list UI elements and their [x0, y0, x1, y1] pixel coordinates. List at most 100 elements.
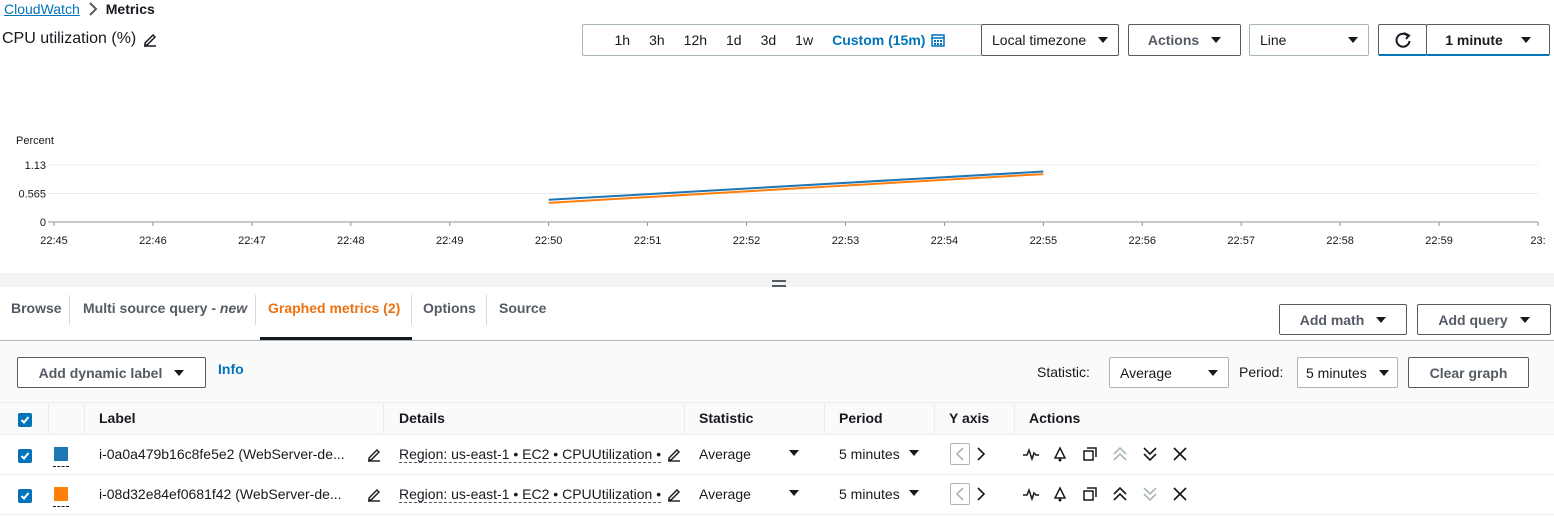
- y-tick-label: 1.13: [25, 160, 46, 172]
- chart-type-select[interactable]: Line: [1249, 24, 1369, 56]
- tab-multi-source-query[interactable]: Multi source query - new: [83, 300, 247, 316]
- breadcrumb-cloudwatch-link[interactable]: CloudWatch: [4, 1, 80, 17]
- actions-label: Actions: [1147, 32, 1200, 48]
- period-value: 5 minutes: [1306, 364, 1367, 381]
- series-line-2: [548, 173, 1044, 204]
- y-tick-label: 0: [40, 217, 46, 229]
- time-range-1d[interactable]: 1d: [717, 32, 752, 48]
- actions-button[interactable]: Actions: [1128, 24, 1241, 56]
- tab-browse[interactable]: Browse: [11, 300, 62, 316]
- statistic-dropdown-caret-icon[interactable]: [789, 450, 799, 456]
- line-chart: Percent 1.13 0.565 0 22:45 22:46 22:47 22:48 22:…: [16, 135, 1546, 247]
- tab-options[interactable]: Options: [423, 300, 476, 316]
- tab-divider: [69, 295, 70, 325]
- edit-label-icon[interactable]: [366, 486, 382, 502]
- column-header-statistic: Statistic: [699, 410, 754, 426]
- alarm-bell-icon[interactable]: [1052, 486, 1068, 502]
- y-axis-left-button[interactable]: [950, 443, 970, 465]
- row-statistic-value[interactable]: Average: [699, 486, 751, 502]
- period-dropdown-caret-icon[interactable]: [909, 450, 919, 456]
- metric-label: i-0a0a479b16c8fe5e2 (WebServer-de...: [99, 446, 345, 462]
- duplicate-icon[interactable]: [1082, 446, 1098, 462]
- column-divider: [1014, 403, 1015, 433]
- time-range-selector: 1h 3h 12h 1d 3d 1w Custom (15m): [582, 24, 982, 56]
- caret-down-icon: [1098, 37, 1108, 43]
- time-range-3d[interactable]: 3d: [751, 32, 786, 48]
- tab-multi-source-new-label: new: [219, 300, 248, 316]
- refresh-button[interactable]: [1378, 24, 1427, 56]
- tab-graphed-metrics[interactable]: Graphed metrics (2): [268, 300, 400, 316]
- edit-pencil-icon[interactable]: [142, 31, 158, 47]
- add-math-label: Add math: [1299, 311, 1365, 328]
- swatch-underline: [53, 466, 69, 467]
- select-all-checkbox[interactable]: [18, 413, 32, 427]
- statistic-value: Average: [1120, 364, 1172, 381]
- calendar-icon[interactable]: [931, 33, 945, 47]
- add-math-button[interactable]: Add math: [1279, 304, 1407, 335]
- chart-area: Percent 1.13 0.565 0 22:45 22:46 22:47 22:48 22:…: [2, 66, 1550, 272]
- timezone-select[interactable]: Local timezone: [981, 24, 1119, 56]
- period-select[interactable]: 5 minutes: [1297, 357, 1398, 388]
- duplicate-icon[interactable]: [1082, 486, 1098, 502]
- series-color-swatch[interactable]: [54, 487, 68, 501]
- info-link[interactable]: Info: [218, 361, 244, 377]
- series-color-swatch[interactable]: [54, 447, 68, 461]
- table-header: [0, 402, 1554, 435]
- y-tick-label: 0.565: [18, 189, 46, 201]
- row-checkbox[interactable]: [18, 449, 32, 463]
- time-range-custom[interactable]: Custom (15m): [823, 32, 935, 48]
- chevron-left-icon: [955, 447, 964, 461]
- time-range-1w[interactable]: 1w: [786, 32, 823, 48]
- x-tick-label: 22:45: [40, 235, 68, 247]
- caret-down-icon: [1208, 369, 1218, 376]
- anomaly-detection-icon[interactable]: [1022, 487, 1040, 501]
- remove-icon[interactable]: [1173, 447, 1187, 461]
- column-divider: [824, 403, 825, 433]
- checkmark-icon: [20, 492, 30, 500]
- checkmark-icon: [20, 416, 30, 424]
- row-checkbox[interactable]: [18, 489, 32, 503]
- row-period-value[interactable]: 5 minutes: [839, 486, 900, 502]
- time-range-12h[interactable]: 12h: [674, 32, 716, 48]
- edit-details-icon[interactable]: [666, 446, 682, 462]
- edit-details-icon[interactable]: [666, 486, 682, 502]
- statistic-dropdown-caret-icon[interactable]: [789, 490, 799, 496]
- series-line-1: [548, 170, 1044, 201]
- chart-type-value: Line: [1260, 32, 1287, 48]
- anomaly-detection-icon[interactable]: [1022, 447, 1040, 461]
- add-dynamic-label-button[interactable]: Add dynamic label: [17, 357, 206, 388]
- tab-divider: [411, 295, 412, 325]
- y-axis-right-chevron-icon[interactable]: [976, 447, 986, 461]
- x-tick-label: 23:: [1530, 235, 1545, 247]
- tab-divider: [486, 295, 487, 325]
- caret-down-icon: [1376, 316, 1387, 323]
- tab-source[interactable]: Source: [499, 300, 546, 316]
- caret-down-icon: [1348, 37, 1358, 43]
- row-period-value[interactable]: 5 minutes: [839, 446, 900, 462]
- x-tick-label: 22:53: [832, 235, 860, 247]
- clear-graph-button[interactable]: Clear graph: [1408, 357, 1529, 388]
- caret-down-icon: [1519, 316, 1530, 323]
- y-axis-left-button[interactable]: [950, 483, 970, 505]
- metric-details[interactable]: Region: us-east-1 • EC2 • CPUUtilization…: [399, 486, 662, 503]
- graph-title: CPU utilization (%): [2, 30, 137, 47]
- refresh-interval-dropdown[interactable]: 1 minute: [1426, 24, 1550, 56]
- statistic-select[interactable]: Average: [1109, 357, 1229, 388]
- time-range-1h[interactable]: 1h: [605, 32, 640, 48]
- y-axis-title: Percent: [16, 135, 54, 147]
- alarm-bell-icon[interactable]: [1052, 446, 1068, 462]
- metric-details[interactable]: Region: us-east-1 • EC2 • CPUUtilization…: [399, 446, 662, 463]
- remove-icon[interactable]: [1173, 487, 1187, 501]
- add-query-button[interactable]: Add query: [1417, 304, 1551, 335]
- checkmark-icon: [20, 452, 30, 460]
- time-range-3h[interactable]: 3h: [640, 32, 675, 48]
- column-header-details: Details: [399, 410, 445, 426]
- y-axis-right-chevron-icon[interactable]: [976, 487, 986, 501]
- graph-title-row: CPU utilization (%): [2, 30, 158, 48]
- move-up-icon[interactable]: [1112, 486, 1128, 502]
- period-dropdown-caret-icon[interactable]: [909, 490, 919, 496]
- edit-label-icon[interactable]: [366, 446, 382, 462]
- move-down-icon[interactable]: [1142, 446, 1158, 462]
- row-statistic-value[interactable]: Average: [699, 446, 751, 462]
- move-down-icon: [1143, 487, 1157, 502]
